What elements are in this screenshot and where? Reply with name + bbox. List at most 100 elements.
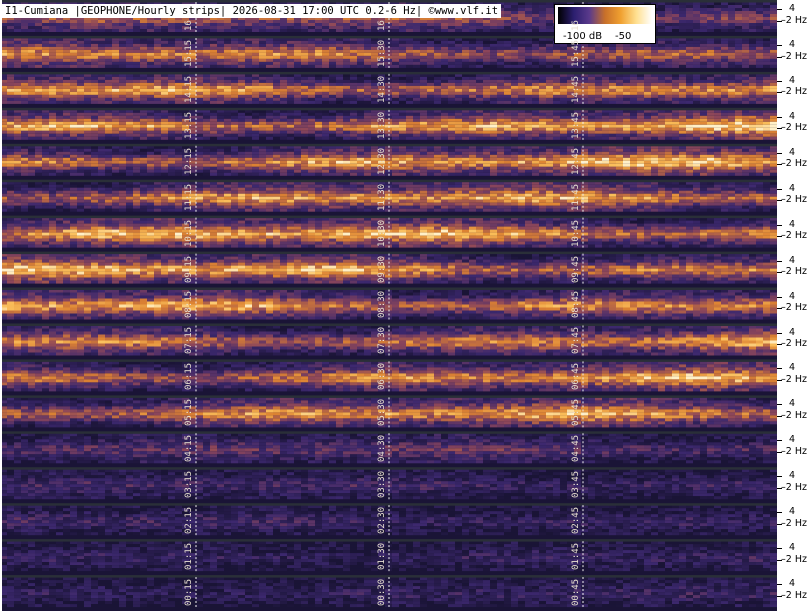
spectrogram-cell	[714, 26, 721, 29]
spectrogram-cell	[770, 94, 777, 98]
spectrogram-cell	[707, 20, 714, 23]
spectrogram-cell	[133, 40, 140, 44]
spectrogram-cell	[700, 151, 707, 155]
spectrogram-cell	[560, 85, 567, 89]
spectrogram-cell	[217, 133, 224, 137]
spectrogram-cell	[14, 97, 21, 101]
spectrogram-cell	[91, 64, 98, 68]
spectrogram-cell	[21, 52, 28, 56]
spectrogram-cell	[441, 94, 448, 98]
spectrogram-cell	[749, 20, 756, 23]
spectrogram-cell	[126, 23, 133, 26]
spectrogram-cell	[616, 85, 623, 89]
spectrogram-cell	[308, 94, 315, 98]
spectrogram-cell	[707, 17, 714, 20]
spectrogram-cell	[154, 40, 161, 44]
spectrogram-cell	[623, 112, 630, 116]
spectrogram-cell	[490, 157, 497, 161]
spectrogram-cell	[28, 112, 35, 116]
spectrogram-cell	[420, 29, 427, 32]
spectrogram-cell	[336, 52, 343, 56]
spectrogram-cell	[770, 26, 777, 29]
spectrogram-cell	[56, 100, 63, 104]
spectrogram-cell	[112, 127, 119, 131]
spectrogram-cell	[301, 118, 308, 122]
spectrogram-cell	[196, 118, 203, 122]
spectrogram-cell	[728, 40, 735, 44]
spectrogram-cell	[399, 49, 406, 53]
spectrogram-cell	[294, 29, 301, 32]
spectrogram-cell	[658, 46, 665, 50]
spectrogram-cell	[462, 43, 469, 47]
spectrogram-cell	[35, 64, 42, 68]
spectrogram-cell	[91, 43, 98, 47]
spectrogram-cell	[329, 136, 336, 140]
spectrogram-cell	[455, 112, 462, 116]
spectrogram-cell	[525, 64, 532, 68]
spectrogram-cell	[21, 94, 28, 98]
spectrogram-cell	[70, 29, 77, 32]
spectrogram-cell	[196, 61, 203, 65]
spectrogram-cell	[735, 91, 742, 95]
spectrogram-cell	[735, 20, 742, 23]
spectrogram-cell	[476, 64, 483, 68]
spectrogram-cell	[210, 20, 217, 23]
spectrogram-cell	[70, 79, 77, 83]
spectrogram-cell	[259, 20, 266, 23]
spectrogram-cell	[399, 26, 406, 29]
spectrogram-cell	[679, 148, 686, 152]
spectrogram-cell	[42, 55, 49, 59]
spectrogram-cell	[119, 43, 126, 47]
spectrogram-cell	[742, 26, 749, 29]
spectrogram-cell	[511, 82, 518, 86]
spectrogram-cell	[301, 20, 308, 23]
spectrogram-cell	[581, 46, 588, 50]
spectrogram-cell	[770, 154, 777, 158]
spectrogram-cell	[329, 133, 336, 137]
spectrogram-cell	[448, 157, 455, 161]
spectrogram-cell	[672, 79, 679, 83]
spectrogram-cell	[434, 20, 441, 23]
spectrogram-cell	[70, 157, 77, 161]
spectrogram-cell	[672, 136, 679, 140]
spectrogram-cell	[714, 91, 721, 95]
spectrogram-cell	[455, 115, 462, 119]
spectrogram-cell	[224, 130, 231, 134]
spectrogram-cell	[539, 46, 546, 50]
spectrogram-cell	[672, 91, 679, 95]
spectrogram-cell	[553, 124, 560, 128]
spectrogram-cell	[581, 49, 588, 53]
spectrogram-cell	[203, 136, 210, 140]
spectrogram-cell	[343, 82, 350, 86]
spectrogram-cell	[434, 136, 441, 140]
spectrogram-cell	[392, 127, 399, 131]
spectrogram-cell	[441, 148, 448, 152]
spectrogram-cell	[301, 136, 308, 140]
spectrogram-cell	[392, 82, 399, 86]
spectrogram-cell	[728, 49, 735, 53]
spectrogram-cell	[364, 115, 371, 119]
spectrogram-cell	[644, 82, 651, 86]
spectrogram-cell	[714, 58, 721, 62]
spectrogram-cell	[350, 136, 357, 140]
spectrogram-cell	[392, 29, 399, 32]
spectrogram-cell	[357, 49, 364, 53]
spectrogram-cell	[77, 61, 84, 65]
spectrogram-cell	[609, 157, 616, 161]
spectrogram-cell	[434, 151, 441, 155]
spectrogram-cell	[406, 112, 413, 116]
spectrogram-cell	[91, 23, 98, 26]
spectrogram-cell	[616, 91, 623, 95]
spectrogram-cell	[392, 151, 399, 155]
spectrogram-cell	[364, 76, 371, 80]
spectrogram-cell	[322, 124, 329, 128]
spectrogram-cell	[518, 64, 525, 68]
spectrogram-cell	[238, 118, 245, 122]
spectrogram-cell	[406, 133, 413, 137]
spectrogram-cell	[763, 130, 770, 134]
spectrogram-cell	[539, 85, 546, 89]
spectrogram-cell	[770, 17, 777, 20]
spectrogram-cell	[595, 79, 602, 83]
spectrogram-cell	[714, 29, 721, 32]
spectrogram-cell	[56, 151, 63, 155]
